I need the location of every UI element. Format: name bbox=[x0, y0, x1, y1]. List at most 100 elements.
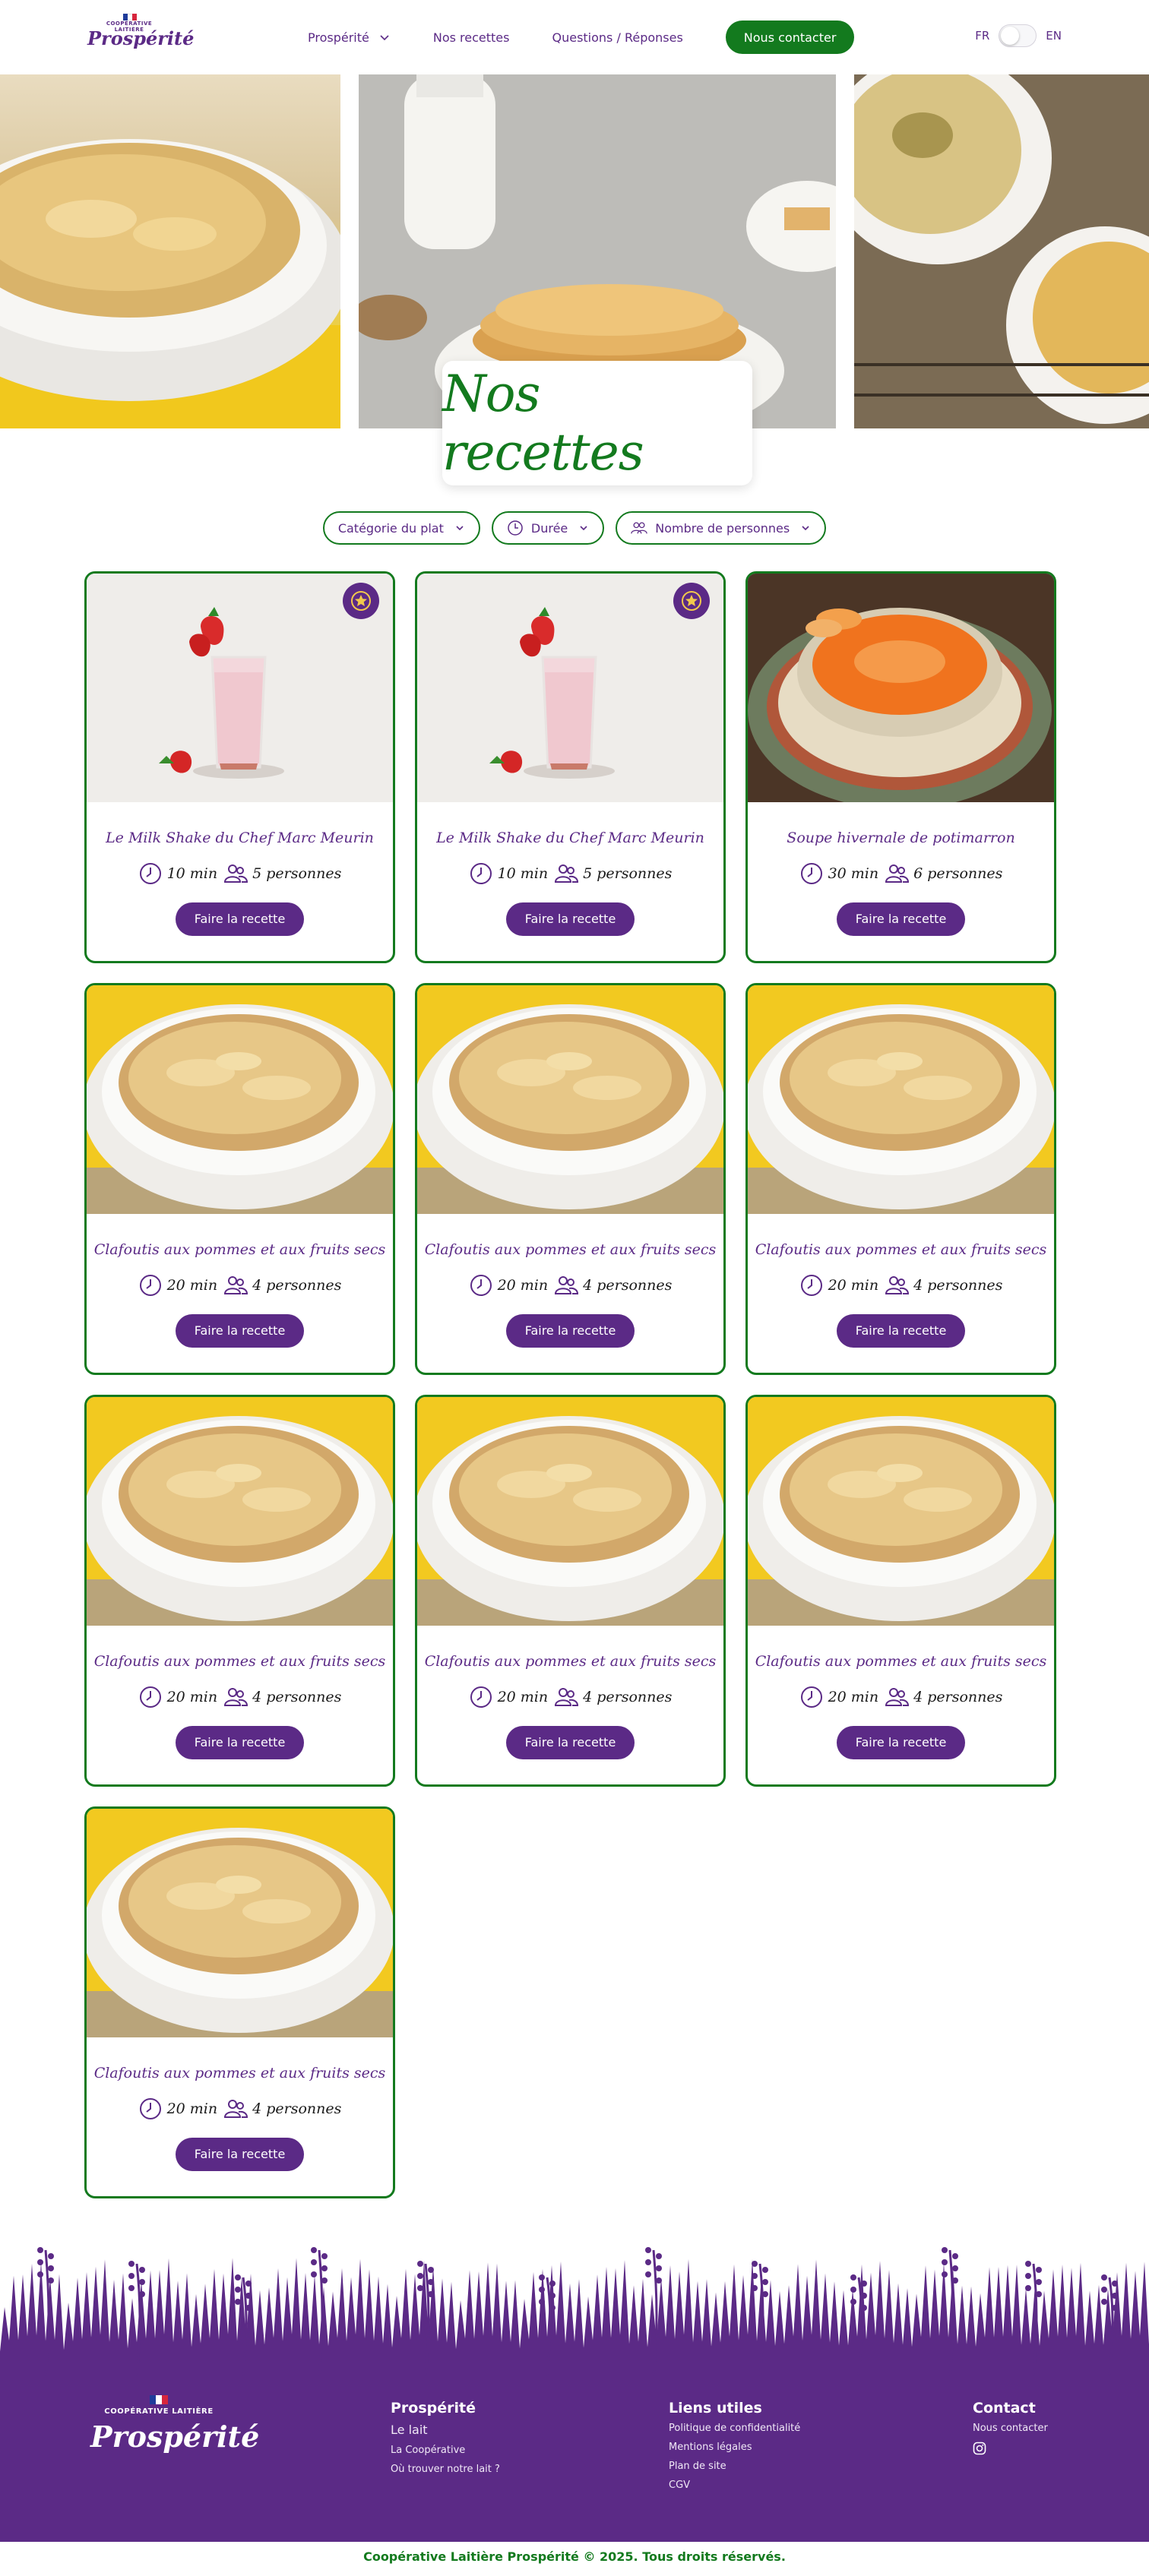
footer-link-lait[interactable]: Le lait bbox=[391, 2423, 500, 2437]
recipe-title: Le Milk Shake du Chef Marc Meurin bbox=[106, 830, 374, 846]
recipe-title: Soupe hivernale de potimarron bbox=[787, 830, 1015, 846]
footer-col-title: Prospérité bbox=[391, 2400, 476, 2416]
recipe-image bbox=[748, 985, 1054, 1214]
recipe-time: 20 min bbox=[166, 1689, 218, 1705]
nav-item-prosperite[interactable]: Prospérité bbox=[308, 30, 391, 45]
nav-item-faq[interactable]: Questions / Réponses bbox=[552, 30, 682, 45]
recipe-image bbox=[417, 985, 723, 1214]
footer-col-title: Liens utiles bbox=[669, 2400, 762, 2416]
filter-bar: Catégorie du plat Durée Nombre de person… bbox=[0, 511, 1149, 545]
recipe-people: 4 personnes bbox=[252, 2100, 342, 2117]
chevron-down-icon bbox=[580, 526, 587, 531]
footer-logo-tagline: COOPÉRATIVE LAITIÈRE bbox=[104, 2407, 214, 2416]
recipe-title: Clafoutis aux pommes et aux fruits secs bbox=[424, 1241, 717, 1258]
logo-brand: Prospérité bbox=[87, 27, 195, 49]
recipe-card[interactable]: Le Milk Shake du Chef Marc Meurin 10 min… bbox=[415, 571, 726, 963]
filter-label: Catégorie du plat bbox=[337, 520, 444, 536]
footer-link-sitemap[interactable]: Plan de site bbox=[669, 2461, 800, 2472]
nav-item-recettes[interactable]: Nos recettes bbox=[433, 30, 510, 45]
footer-link-cooperative[interactable]: La Coopérative bbox=[391, 2445, 500, 2456]
recipe-card[interactable]: Clafoutis aux pommes et aux fruits secs … bbox=[84, 1806, 395, 2198]
footer: COOPÉRATIVE LAITIÈRE Prospérité Prospéri… bbox=[0, 2243, 1149, 2542]
filter-duration[interactable]: Durée bbox=[491, 511, 605, 545]
recipe-card[interactable]: Clafoutis aux pommes et aux fruits secs … bbox=[415, 1395, 726, 1787]
recipe-button[interactable]: Faire la recette bbox=[175, 1726, 305, 1759]
people-icon bbox=[224, 864, 248, 883]
recipe-people: 5 personnes bbox=[583, 865, 673, 882]
recipe-card[interactable]: Clafoutis aux pommes et aux fruits secs … bbox=[84, 1395, 395, 1787]
recipe-people: 6 personnes bbox=[913, 865, 1003, 882]
people-icon bbox=[224, 2100, 248, 2118]
filter-people[interactable]: Nombre de personnes bbox=[616, 511, 827, 545]
recipe-image bbox=[417, 1397, 723, 1626]
recipe-meta: 20 min 4 personnes bbox=[87, 1685, 393, 1709]
filter-label: Durée bbox=[530, 520, 568, 536]
recipe-button[interactable]: Faire la recette bbox=[175, 902, 305, 936]
recipe-image bbox=[748, 574, 1054, 802]
footer-link-legal[interactable]: Mentions légales bbox=[669, 2442, 800, 2453]
clock-icon bbox=[800, 1686, 822, 1708]
people-icon bbox=[885, 864, 910, 883]
recipe-image bbox=[417, 574, 723, 802]
clock-icon bbox=[139, 1275, 161, 1296]
hero-image-clafoutis bbox=[0, 74, 340, 428]
recipe-button[interactable]: Faire la recette bbox=[175, 1314, 305, 1348]
recipe-button[interactable]: Faire la recette bbox=[175, 2138, 305, 2171]
recipe-button[interactable]: Faire la recette bbox=[505, 1726, 635, 1759]
contact-button[interactable]: Nous contacter bbox=[725, 21, 855, 54]
footer-link-cgv[interactable]: CGV bbox=[669, 2480, 800, 2491]
featured-star-icon bbox=[343, 583, 379, 619]
recipe-card[interactable]: Clafoutis aux pommes et aux fruits secs … bbox=[415, 983, 726, 1375]
people-icon bbox=[555, 1688, 579, 1706]
footer-col-contact: Contact Nous contacter bbox=[973, 2400, 1048, 2458]
page-title: Nos recettes bbox=[442, 365, 644, 482]
recipe-time: 20 min bbox=[497, 1689, 549, 1705]
clock-icon bbox=[139, 1686, 161, 1708]
footer-link-contact[interactable]: Nous contacter bbox=[973, 2423, 1048, 2434]
recipe-button[interactable]: Faire la recette bbox=[505, 902, 635, 936]
recipe-card[interactable]: Soupe hivernale de potimarron 30 min 6 p… bbox=[745, 571, 1056, 963]
footer-link-ou-trouver[interactable]: Où trouver notre lait ? bbox=[391, 2464, 500, 2475]
recipe-title: Clafoutis aux pommes et aux fruits secs bbox=[755, 1241, 1047, 1258]
footer-panel: COOPÉRATIVE LAITIÈRE Prospérité Prospéri… bbox=[0, 2375, 1149, 2542]
page-title-box: Nos recettes bbox=[442, 361, 752, 485]
clock-icon bbox=[139, 863, 161, 884]
footer-link-privacy[interactable]: Politique de confidentialité bbox=[669, 2423, 800, 2434]
french-flag-icon bbox=[123, 14, 137, 21]
lang-fr[interactable]: FR bbox=[975, 29, 989, 43]
recipe-meta: 20 min 4 personnes bbox=[748, 1685, 1054, 1709]
recipe-title: Clafoutis aux pommes et aux fruits secs bbox=[93, 1653, 386, 1670]
recipe-image bbox=[748, 1397, 1054, 1626]
nav-label: Prospérité bbox=[308, 30, 369, 45]
footer-logo-brand: Prospérité bbox=[90, 2420, 260, 2454]
clock-icon bbox=[139, 2098, 161, 2119]
recipe-time: 30 min bbox=[828, 865, 879, 882]
footer-col-title: Contact bbox=[973, 2400, 1036, 2416]
people-icon bbox=[885, 1688, 910, 1706]
recipe-button[interactable]: Faire la recette bbox=[836, 1314, 966, 1348]
clock-icon bbox=[800, 1275, 822, 1296]
instagram-icon[interactable] bbox=[973, 2442, 986, 2455]
lang-en[interactable]: EN bbox=[1046, 29, 1062, 43]
nav-label: Nos recettes bbox=[432, 30, 510, 45]
clock-icon bbox=[800, 863, 822, 884]
recipe-card[interactable]: Clafoutis aux pommes et aux fruits secs … bbox=[84, 983, 395, 1375]
recipe-title: Clafoutis aux pommes et aux fruits secs bbox=[93, 2065, 386, 2081]
recipe-people: 4 personnes bbox=[913, 1689, 1003, 1705]
recipe-card[interactable]: Clafoutis aux pommes et aux fruits secs … bbox=[745, 983, 1056, 1375]
recipe-button[interactable]: Faire la recette bbox=[836, 1726, 966, 1759]
recipe-button[interactable]: Faire la recette bbox=[505, 1314, 635, 1348]
footer-logo[interactable]: COOPÉRATIVE LAITIÈRE Prospérité bbox=[90, 2392, 260, 2476]
clock-icon bbox=[508, 520, 523, 536]
nav-label: Questions / Réponses bbox=[552, 30, 683, 45]
filter-label: Nombre de personnes bbox=[655, 520, 790, 536]
recipe-card[interactable]: Clafoutis aux pommes et aux fruits secs … bbox=[745, 1395, 1056, 1787]
logo[interactable]: COOPÉRATIVE LAITIÈRE Prospérité bbox=[87, 14, 195, 59]
language-toggle[interactable] bbox=[999, 24, 1037, 47]
filter-category[interactable]: Catégorie du plat bbox=[322, 511, 480, 545]
recipe-time: 20 min bbox=[828, 1689, 879, 1705]
recipe-people: 4 personnes bbox=[583, 1689, 673, 1705]
recipe-button[interactable]: Faire la recette bbox=[836, 902, 966, 936]
recipe-card[interactable]: Le Milk Shake du Chef Marc Meurin 10 min… bbox=[84, 571, 395, 963]
recipe-meta: 20 min 4 personnes bbox=[87, 2097, 393, 2121]
